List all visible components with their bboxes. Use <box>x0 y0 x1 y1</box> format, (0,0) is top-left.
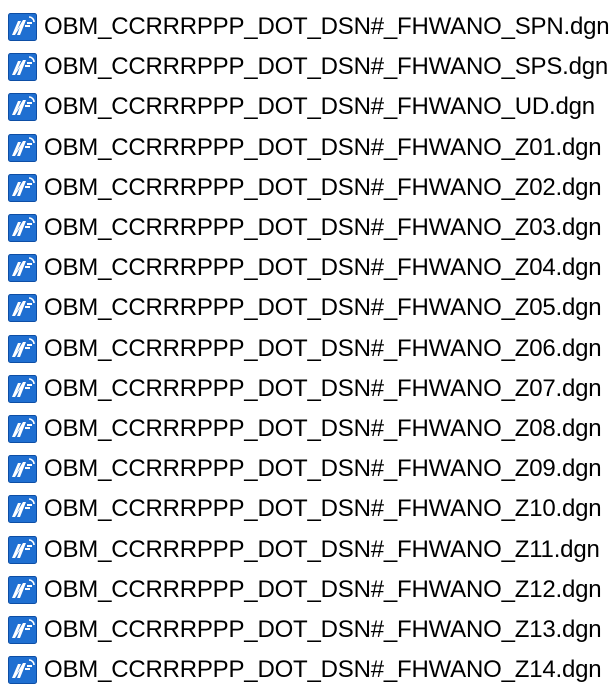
microstation-dgn-file-icon <box>8 53 37 82</box>
file-name: OBM_CCRRRPPP_DOT_DSN#_FHWANO_Z05.dgn <box>44 294 602 322</box>
microstation-dgn-file-icon <box>8 656 37 685</box>
file-row[interactable]: OBM_CCRRRPPP_DOT_DSN#_FHWANO_Z09.dgn <box>0 449 613 489</box>
file-row[interactable]: OBM_CCRRRPPP_DOT_DSN#_FHWANO_Z04.dgn <box>0 248 613 288</box>
file-name: OBM_CCRRRPPP_DOT_DSN#_FHWANO_Z08.dgn <box>44 414 602 442</box>
file-name: OBM_CCRRRPPP_DOT_DSN#_FHWANO_Z12.dgn <box>44 575 602 603</box>
file-row[interactable]: OBM_CCRRRPPP_DOT_DSN#_FHWANO_Z11.dgn <box>0 529 613 569</box>
file-name: OBM_CCRRRPPP_DOT_DSN#_FHWANO_Z06.dgn <box>44 334 602 362</box>
file-row[interactable]: OBM_CCRRRPPP_DOT_DSN#_FHWANO_Z03.dgn <box>0 208 613 248</box>
file-row[interactable]: OBM_CCRRRPPP_DOT_DSN#_FHWANO_Z10.dgn <box>0 489 613 529</box>
microstation-dgn-file-icon <box>8 615 37 644</box>
microstation-dgn-file-icon <box>8 495 37 524</box>
file-row[interactable]: OBM_CCRRRPPP_DOT_DSN#_FHWANO_Z06.dgn <box>0 329 613 369</box>
file-name: OBM_CCRRRPPP_DOT_DSN#_FHWANO_SPN.dgn <box>44 13 610 41</box>
microstation-dgn-file-icon <box>8 93 37 122</box>
microstation-dgn-file-icon <box>8 414 37 443</box>
file-name: OBM_CCRRRPPP_DOT_DSN#_FHWANO_Z11.dgn <box>44 535 600 563</box>
file-row[interactable]: OBM_CCRRRPPP_DOT_DSN#_FHWANO_Z05.dgn <box>0 288 613 328</box>
microstation-dgn-file-icon <box>8 133 37 162</box>
file-name: OBM_CCRRRPPP_DOT_DSN#_FHWANO_Z01.dgn <box>44 133 602 161</box>
microstation-dgn-file-icon <box>8 535 37 564</box>
file-name: OBM_CCRRRPPP_DOT_DSN#_FHWANO_Z09.dgn <box>44 455 602 483</box>
file-name: OBM_CCRRRPPP_DOT_DSN#_FHWANO_Z10.dgn <box>44 495 602 523</box>
file-row[interactable]: OBM_CCRRRPPP_DOT_DSN#_FHWANO_UD.dgn <box>0 87 613 127</box>
file-row[interactable]: OBM_CCRRRPPP_DOT_DSN#_FHWANO_SPS.dgn <box>0 47 613 87</box>
file-name: OBM_CCRRRPPP_DOT_DSN#_FHWANO_Z07.dgn <box>44 374 602 402</box>
file-row[interactable]: OBM_CCRRRPPP_DOT_DSN#_FHWANO_Z08.dgn <box>0 409 613 449</box>
microstation-dgn-file-icon <box>8 374 37 403</box>
file-row[interactable]: OBM_CCRRRPPP_DOT_DSN#_FHWANO_Z12.dgn <box>0 570 613 610</box>
file-row[interactable]: OBM_CCRRRPPP_DOT_DSN#_FHWANO_Z13.dgn <box>0 610 613 650</box>
microstation-dgn-file-icon <box>8 173 37 202</box>
file-row[interactable]: OBM_CCRRRPPP_DOT_DSN#_FHWANO_Z07.dgn <box>0 369 613 409</box>
microstation-dgn-file-icon <box>8 254 37 283</box>
file-name: OBM_CCRRRPPP_DOT_DSN#_FHWANO_Z13.dgn <box>44 615 602 643</box>
file-name: OBM_CCRRRPPP_DOT_DSN#_FHWANO_Z04.dgn <box>44 254 602 282</box>
file-row[interactable]: OBM_CCRRRPPP_DOT_DSN#_FHWANO_Z01.dgn <box>0 128 613 168</box>
file-row[interactable]: OBM_CCRRRPPP_DOT_DSN#_FHWANO_SPN.dgn <box>0 7 613 47</box>
microstation-dgn-file-icon <box>8 334 37 363</box>
file-name: OBM_CCRRRPPP_DOT_DSN#_FHWANO_Z03.dgn <box>44 214 602 242</box>
file-row[interactable]: OBM_CCRRRPPP_DOT_DSN#_FHWANO_Z02.dgn <box>0 168 613 208</box>
file-row[interactable]: OBM_CCRRRPPP_DOT_DSN#_FHWANO_Z14.dgn <box>0 650 613 690</box>
microstation-dgn-file-icon <box>8 214 37 243</box>
file-name: OBM_CCRRRPPP_DOT_DSN#_FHWANO_SPS.dgn <box>44 53 609 81</box>
file-name: OBM_CCRRRPPP_DOT_DSN#_FHWANO_UD.dgn <box>44 93 595 121</box>
microstation-dgn-file-icon <box>8 13 37 42</box>
microstation-dgn-file-icon <box>8 455 37 484</box>
file-name: OBM_CCRRRPPP_DOT_DSN#_FHWANO_Z02.dgn <box>44 173 602 201</box>
file-list: OBM_CCRRRPPP_DOT_DSN#_FHWANO_SPN.dgn OBM… <box>0 0 613 692</box>
microstation-dgn-file-icon <box>8 294 37 323</box>
file-name: OBM_CCRRRPPP_DOT_DSN#_FHWANO_Z14.dgn <box>44 656 602 684</box>
microstation-dgn-file-icon <box>8 575 37 604</box>
